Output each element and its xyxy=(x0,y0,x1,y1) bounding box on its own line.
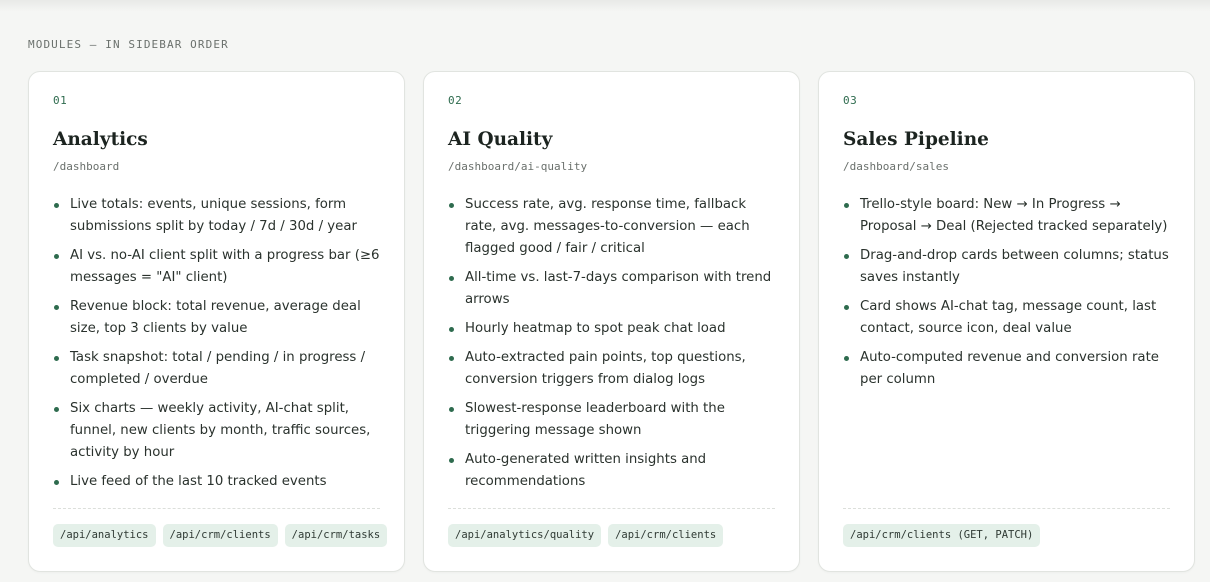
feature-item: AI vs. no-AI client split with a progres… xyxy=(53,245,380,289)
feature-list: Trello-style board: New → In Progress → … xyxy=(843,194,1170,391)
module-path: /dashboard/ai-quality xyxy=(448,160,588,173)
endpoint-tag: /api/crm/clients (GET, PATCH) xyxy=(843,524,1041,547)
feature-item: All-time vs. last-7-days comparison with… xyxy=(448,267,775,311)
feature-item: Auto-generated written insights and reco… xyxy=(448,449,775,493)
feature-item: Hourly heatmap to spot peak chat load xyxy=(448,318,775,340)
feature-item: Auto-extracted pain points, top question… xyxy=(448,347,775,391)
endpoint-list: /api/analytics/quality /api/crm/clients xyxy=(448,508,775,547)
feature-item: Card shows AI-chat tag, message count, l… xyxy=(843,296,1170,340)
module-path: /dashboard/sales xyxy=(843,160,949,173)
module-title: Analytics xyxy=(53,129,148,150)
feature-list: Success rate, avg. response time, fallba… xyxy=(448,194,775,493)
feature-item: Success rate, avg. response time, fallba… xyxy=(448,194,775,260)
section-label: MODULES — IN SIDEBAR ORDER xyxy=(28,38,229,51)
endpoint-tag: /api/crm/tasks xyxy=(284,524,388,547)
module-number: 03 xyxy=(843,94,858,107)
endpoint-list: /api/crm/clients (GET, PATCH) xyxy=(843,508,1170,547)
feature-item: Six charts — weekly activity, AI-chat sp… xyxy=(53,398,380,464)
module-title: AI Quality xyxy=(448,129,553,150)
endpoint-tag: /api/analytics xyxy=(53,524,156,547)
feature-item: Revenue block: total revenue, average de… xyxy=(53,296,380,340)
module-number: 01 xyxy=(53,94,68,107)
module-title: Sales Pipeline xyxy=(843,129,989,150)
module-card-ai-quality: 02 AI Quality /dashboard/ai-quality Succ… xyxy=(423,71,800,572)
feature-list: Live totals: events, unique sessions, fo… xyxy=(53,194,380,493)
module-cards: 01 Analytics /dashboard Live totals: eve… xyxy=(28,71,1195,572)
feature-item: Task snapshot: total / pending / in prog… xyxy=(53,347,380,391)
feature-item: Live feed of the last 10 tracked events xyxy=(53,471,380,493)
top-shadow xyxy=(0,0,1210,12)
endpoint-tag: /api/crm/clients xyxy=(608,524,724,547)
feature-item: Drag-and-drop cards between columns; sta… xyxy=(843,245,1170,289)
module-number: 02 xyxy=(448,94,463,107)
module-card-sales-pipeline: 03 Sales Pipeline /dashboard/sales Trell… xyxy=(818,71,1195,572)
feature-item: Slowest-response leaderboard with the tr… xyxy=(448,398,775,442)
endpoint-tag: /api/crm/clients xyxy=(162,524,278,547)
module-card-analytics: 01 Analytics /dashboard Live totals: eve… xyxy=(28,71,405,572)
feature-item: Live totals: events, unique sessions, fo… xyxy=(53,194,380,238)
endpoint-tag: /api/analytics/quality xyxy=(448,524,602,547)
feature-item: Auto-computed revenue and conversion rat… xyxy=(843,347,1170,391)
feature-item: Trello-style board: New → In Progress → … xyxy=(843,194,1170,238)
module-path: /dashboard xyxy=(53,160,120,173)
endpoint-list: /api/analytics /api/crm/clients /api/crm… xyxy=(53,508,388,547)
